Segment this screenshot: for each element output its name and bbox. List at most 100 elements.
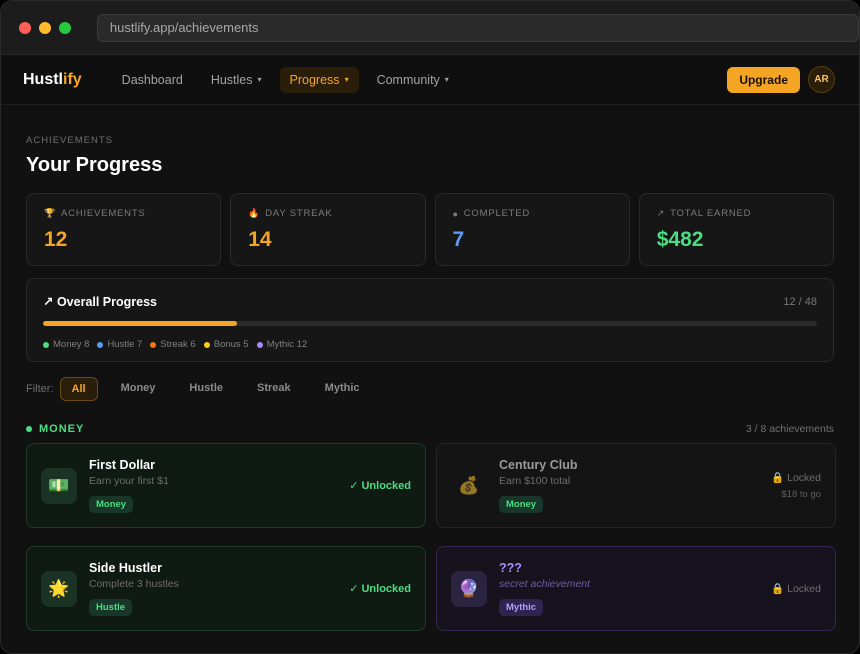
- achievement-card[interactable]: 🔮??? secret achievement Mythic 🔒 Locked: [436, 546, 836, 631]
- stat-card-completed: ● COMPLETED 7: [434, 193, 630, 266]
- overall-progress-bar: [43, 321, 817, 326]
- achievement-status: ✓ Unlocked: [349, 479, 411, 492]
- achievement-title: ???: [499, 561, 522, 575]
- nav-item-dashboard[interactable]: Dashboard: [112, 67, 193, 93]
- filter-chip-money[interactable]: Money: [110, 377, 167, 401]
- stat-label: ↗ TOTAL EARNED: [657, 208, 816, 219]
- page-eyebrow: ACHIEVEMENTS: [26, 135, 113, 146]
- achievement-status: ✓ Unlocked: [349, 582, 411, 595]
- category-tag: Hustle: [89, 599, 133, 616]
- stat-value: $482: [656, 228, 704, 251]
- nav-item-label: Hustles: [210, 72, 253, 87]
- crystal-icon: 🔮: [451, 570, 487, 607]
- legend-label: Bonus 5: [213, 339, 249, 350]
- section-header: MONEY 3 / 8 achievements: [26, 423, 834, 435]
- stat-value: 7: [452, 228, 465, 251]
- trophy-icon: 🏆: [44, 208, 57, 218]
- stat-label-text: ACHIEVEMENTS: [61, 208, 146, 219]
- filter-chip-hustle[interactable]: Hustle: [178, 377, 234, 401]
- achievement-status: 🔒 Locked $18 to go: [771, 471, 821, 500]
- stat-label: 🏆 ACHIEVEMENTS: [44, 208, 203, 219]
- page-title: Your Progress: [26, 154, 163, 176]
- achievement-card[interactable]: 🌟 Side Hustler Complete 3 hustles Hustle ✓ U…: [26, 546, 426, 631]
- achievements-grid: 💵 First Dollar Earn your first $1 Money ✓ Un…: [26, 443, 836, 631]
- stat-label-text: DAY STREAK: [265, 208, 333, 219]
- nav-item-community[interactable]: Community ▾: [367, 67, 459, 93]
- status-text: 🔒 Locked: [771, 583, 821, 595]
- legend-label: Money 8: [53, 339, 90, 350]
- achievement-card[interactable]: 💰 Century Club Earn $100 total Money 🔒 Locke…: [436, 443, 836, 528]
- nav-item-progress[interactable]: Progress ▾: [279, 66, 359, 93]
- legend-item: Hustle 7: [97, 339, 142, 350]
- section-dot: [26, 426, 32, 432]
- achievement-title: Century Club: [499, 458, 578, 472]
- legend-label: Streak 6: [160, 339, 196, 350]
- chevron-down-icon: ▾: [444, 75, 449, 84]
- progress-legend: Money 8 Hustle 7 Streak 6 Bonus 5 Mythic 12: [43, 339, 817, 350]
- category-tag: Mythic: [499, 599, 544, 616]
- status-text: ✓ Unlocked: [349, 480, 411, 492]
- legend-dot: [43, 341, 49, 348]
- achievement-body: First Dollar Earn your first $1 Money: [89, 458, 349, 513]
- maximize-window-button[interactable]: [58, 21, 71, 34]
- legend-item: Mythic 12: [256, 339, 308, 350]
- achievement-card[interactable]: 💵 First Dollar Earn your first $1 Money ✓ Un…: [26, 443, 426, 528]
- status-remaining: $18 to go: [781, 489, 821, 500]
- legend-label: Mythic 12: [266, 339, 308, 350]
- achievement-description: Complete 3 hustles: [89, 578, 179, 590]
- stat-value: 14: [248, 228, 272, 251]
- flame-icon: 🔥: [248, 208, 261, 218]
- achievement-description: Earn your first $1: [89, 475, 169, 487]
- stat-card-total-earned: ↗ TOTAL EARNED $482: [638, 193, 834, 266]
- upgrade-button[interactable]: Upgrade: [727, 66, 800, 93]
- close-window-button[interactable]: [19, 21, 31, 34]
- stat-label: ● COMPLETED: [453, 208, 612, 219]
- legend-label: Hustle 7: [107, 339, 143, 350]
- filter-bar: Filter: All Money Hustle Streak Mythic: [26, 377, 834, 401]
- achievement-body: Century Club Earn $100 total Money: [499, 458, 771, 513]
- nav-item-label: Community: [376, 72, 440, 87]
- achievement-title: Side Hustler: [89, 561, 162, 575]
- filter-chip-mythic[interactable]: Mythic: [314, 377, 371, 401]
- stat-label-text: TOTAL EARNED: [670, 208, 752, 219]
- avatar[interactable]: AR: [808, 66, 835, 93]
- stat-label: 🔥 DAY STREAK: [248, 208, 407, 219]
- category-tag: Money: [89, 496, 134, 513]
- nav-item-label: Dashboard: [121, 72, 183, 87]
- check-circle-icon: ●: [452, 208, 459, 219]
- money-bag-icon: 💰: [458, 475, 480, 495]
- chevron-down-icon: ▾: [257, 75, 262, 84]
- filter-chip-all[interactable]: All: [59, 377, 98, 401]
- filter-chip-streak[interactable]: Streak: [246, 377, 302, 401]
- legend-item: Streak 6: [150, 339, 196, 350]
- money-icon: 💵: [41, 467, 77, 504]
- sun-icon: 🌟: [41, 570, 77, 607]
- filter-label: Filter:: [26, 383, 54, 395]
- address-bar[interactable]: hustlify.app/achievements: [96, 13, 859, 42]
- legend-item: Bonus 5: [203, 339, 249, 350]
- stats-row: 🏆 ACHIEVEMENTS 12 🔥 DAY STREAK 14 ● COMPLETED 7 ↗…: [26, 193, 834, 266]
- stat-value: 12: [44, 228, 68, 251]
- logo[interactable]: Hustlify: [23, 71, 82, 89]
- overall-progress-card: ↗ Overall Progress 12 / 48 Money 8 Hustle…: [26, 278, 834, 362]
- stat-label-text: COMPLETED: [463, 208, 531, 219]
- achievement-body: Side Hustler Complete 3 hustles Hustle: [89, 561, 349, 616]
- chevron-down-icon: ▾: [344, 75, 349, 84]
- overall-progress-title: ↗ Overall Progress: [43, 295, 158, 309]
- section-count: 3 / 8 achievements: [745, 423, 834, 435]
- legend-dot: [203, 341, 210, 348]
- overall-progress-count: 12 / 48: [783, 295, 817, 308]
- minimize-window-button[interactable]: [38, 21, 51, 34]
- legend-item: Money 8: [43, 339, 89, 350]
- status-text: 🔒 Locked: [771, 472, 821, 484]
- achievement-title: First Dollar: [89, 458, 155, 472]
- achievement-status: 🔒 Locked: [771, 582, 821, 595]
- main-content: ACHIEVEMENTS Your Progress 🏆 ACHIEVEMENTS…: [1, 135, 859, 631]
- nav-item-label: Progress: [289, 72, 340, 87]
- nav-item-hustles[interactable]: Hustles ▾: [201, 67, 272, 93]
- legend-dot: [150, 341, 157, 348]
- top-nav: Hustlify Dashboard Hustles ▾ Progress ▾ Commu…: [1, 55, 859, 105]
- stat-card-achievements: 🏆 ACHIEVEMENTS 12: [26, 193, 222, 266]
- achievement-description: Earn $100 total: [499, 475, 571, 487]
- status-text: ✓ Unlocked: [349, 583, 411, 595]
